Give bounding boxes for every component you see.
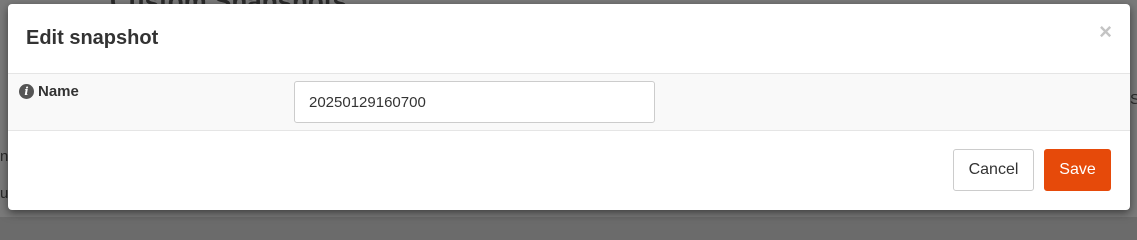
name-field-label: i Name — [19, 83, 79, 100]
name-input[interactable] — [294, 81, 655, 123]
close-icon[interactable]: × — [1099, 21, 1112, 43]
save-button[interactable]: Save — [1044, 149, 1111, 191]
dialog-body: i Name — [8, 74, 1130, 131]
info-circle-icon[interactable]: i — [19, 84, 34, 99]
background-text-fragment: S — [1130, 91, 1137, 108]
edit-snapshot-dialog: Edit snapshot × i Name Cancel Save — [8, 4, 1130, 210]
dialog-title: Edit snapshot — [26, 27, 159, 49]
dialog-footer: Cancel Save — [8, 131, 1130, 210]
cancel-button[interactable]: Cancel — [953, 149, 1034, 191]
name-label-text: Name — [38, 83, 79, 100]
dialog-header: Edit snapshot × — [8, 4, 1130, 74]
